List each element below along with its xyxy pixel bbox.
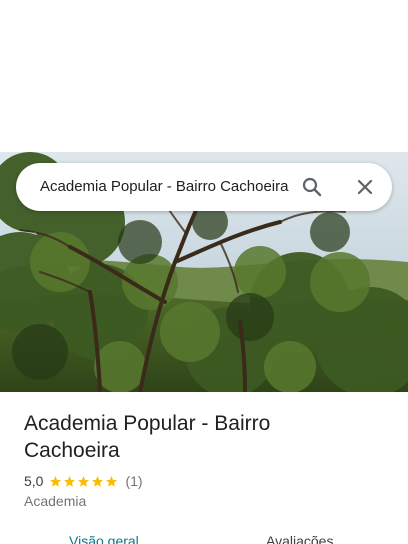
rating-row[interactable]: 5,0 (1)	[24, 472, 143, 490]
close-icon[interactable]	[353, 175, 377, 199]
star-icon	[106, 475, 118, 487]
star-icon	[92, 475, 104, 487]
place-info-panel: Academia Popular - Bairro Cachoeira 5,0 …	[0, 392, 408, 544]
map-blank-area	[0, 0, 408, 152]
star-icon	[78, 475, 90, 487]
place-title: Academia Popular - Bairro Cachoeira	[24, 412, 271, 462]
review-count-link[interactable]: (1)	[125, 473, 142, 489]
star-rating	[49, 475, 119, 488]
search-bar[interactable]: Academia Popular - Bairro Cachoeira	[16, 163, 392, 211]
search-input[interactable]: Academia Popular - Bairro Cachoeira	[40, 163, 290, 211]
star-icon	[50, 475, 62, 487]
place-page: Academia Popular - Bairro Cachoeira Acad…	[0, 0, 408, 544]
place-category[interactable]: Academia	[24, 493, 86, 509]
tab-overview[interactable]: Visão geral	[69, 532, 139, 544]
search-icon[interactable]	[300, 175, 324, 199]
tab-reviews[interactable]: Avaliações	[266, 532, 333, 544]
star-icon	[64, 475, 76, 487]
rating-value: 5,0	[24, 473, 44, 489]
